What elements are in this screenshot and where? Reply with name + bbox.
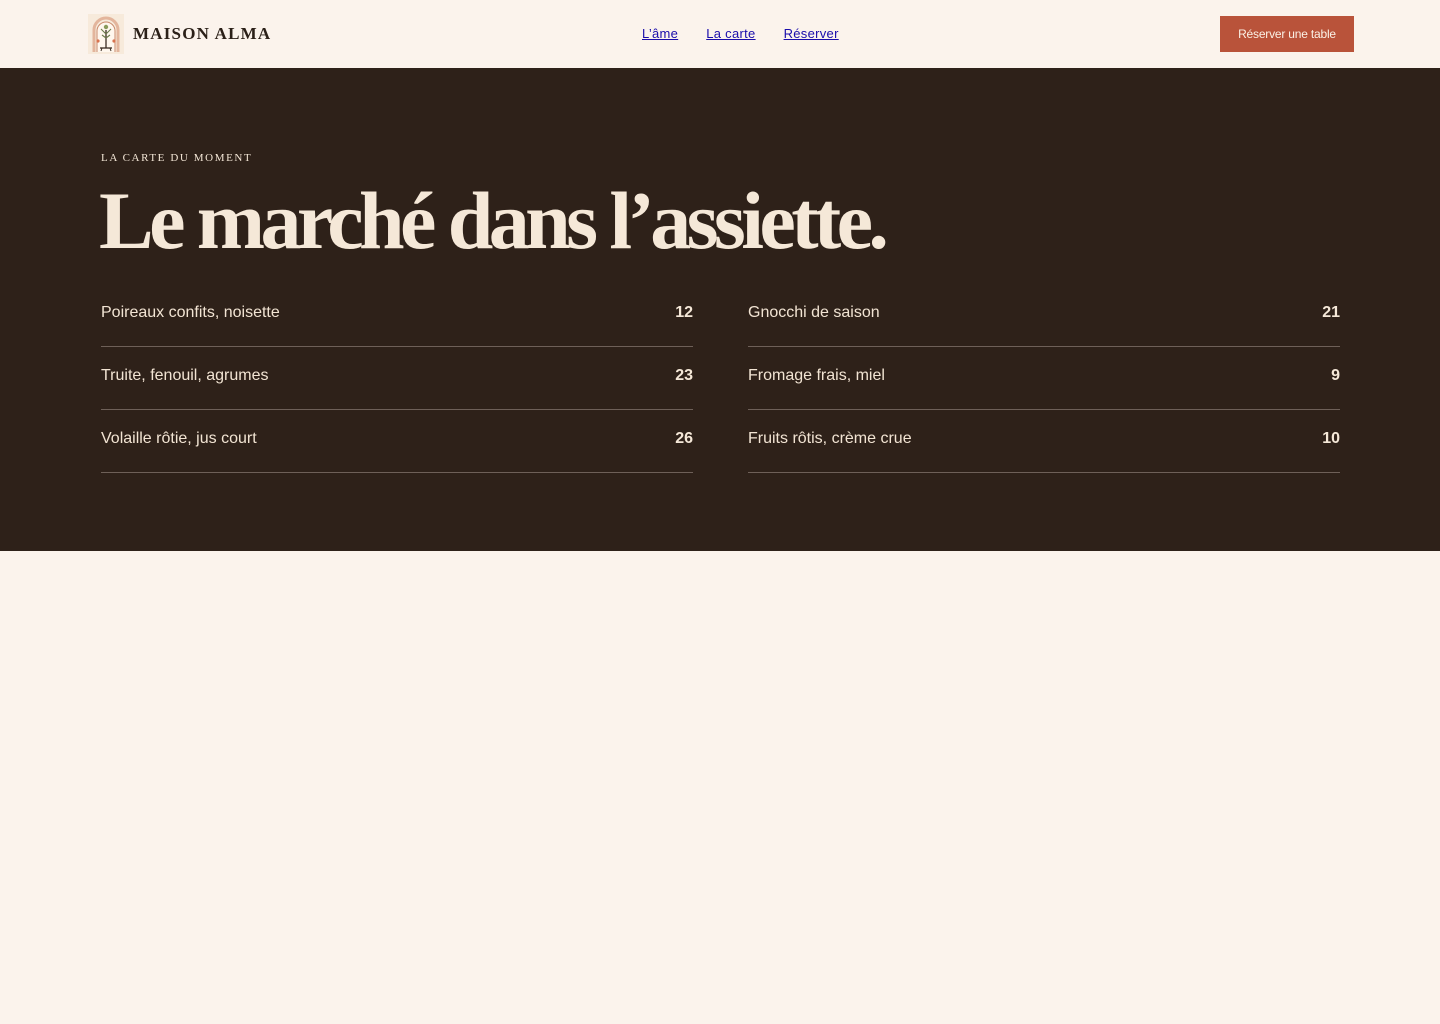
- reserve-table-button[interactable]: Réserver une table: [1220, 16, 1354, 52]
- menu-column-left: Poireaux confits, noisette 12 Truite, fe…: [101, 284, 693, 473]
- dish-price: 10: [1322, 430, 1340, 447]
- menu-item: Fruits rôtis, crème crue 10: [748, 410, 1340, 473]
- menu-item: Gnocchi de saison 21: [748, 284, 1340, 347]
- dish-name: Gnocchi de saison: [748, 304, 880, 321]
- dish-name: Fruits rôtis, crème crue: [748, 430, 912, 447]
- brand[interactable]: MAISON ALMA: [88, 14, 271, 54]
- dish-name: Poireaux confits, noisette: [101, 304, 280, 321]
- hero-title: Le marché dans l’assiette.: [99, 175, 889, 266]
- site-header: MAISON ALMA L’âme La carte Réserver Rése…: [0, 0, 1440, 68]
- menu-item: Volaille rôtie, jus court 26: [101, 410, 693, 473]
- dish-price: 26: [675, 430, 693, 447]
- dish-name: Volaille rôtie, jus court: [101, 430, 257, 447]
- menu-item: Fromage frais, miel 9: [748, 347, 1340, 410]
- dish-price: 21: [1322, 304, 1340, 321]
- nav-link-ame[interactable]: L’âme: [642, 26, 678, 41]
- dish-price: 9: [1331, 367, 1340, 384]
- dish-price: 12: [675, 304, 693, 321]
- nav-link-reserver[interactable]: Réserver: [784, 26, 839, 41]
- dish-name: Truite, fenouil, agrumes: [101, 367, 269, 384]
- dish-price: 23: [675, 367, 693, 384]
- menu-hero: LA CARTE DU MOMENT Le marché dans l’assi…: [0, 68, 1440, 551]
- brand-name: MAISON ALMA: [133, 24, 272, 43]
- dish-name: Fromage frais, miel: [748, 367, 885, 384]
- menu-item: Truite, fenouil, agrumes 23: [101, 347, 693, 410]
- main-nav: L’âme La carte Réserver: [642, 26, 839, 41]
- arch-tree-logo-icon: [88, 14, 124, 54]
- menu-column-right: Gnocchi de saison 21 Fromage frais, miel…: [748, 284, 1340, 473]
- menu-item: Poireaux confits, noisette 12: [101, 284, 693, 347]
- nav-link-carte[interactable]: La carte: [706, 26, 755, 41]
- section-eyebrow: LA CARTE DU MOMENT: [101, 152, 253, 164]
